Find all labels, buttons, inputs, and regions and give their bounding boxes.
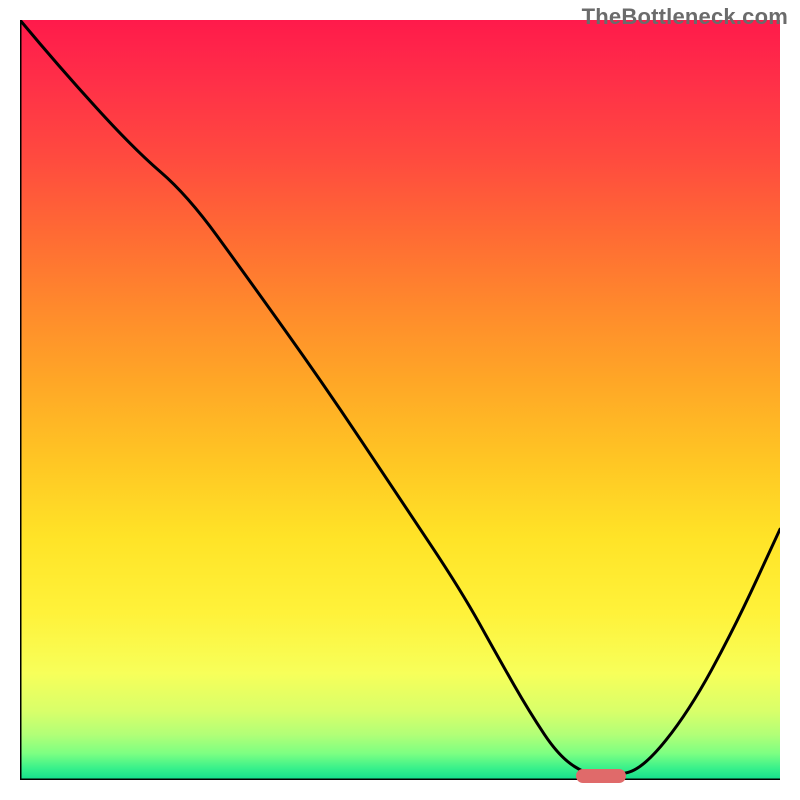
- plateau-marker: [576, 769, 626, 783]
- bottleneck-curve: [20, 20, 780, 780]
- watermark-text: TheBottleneck.com: [582, 4, 788, 30]
- chart-container: TheBottleneck.com: [0, 0, 800, 800]
